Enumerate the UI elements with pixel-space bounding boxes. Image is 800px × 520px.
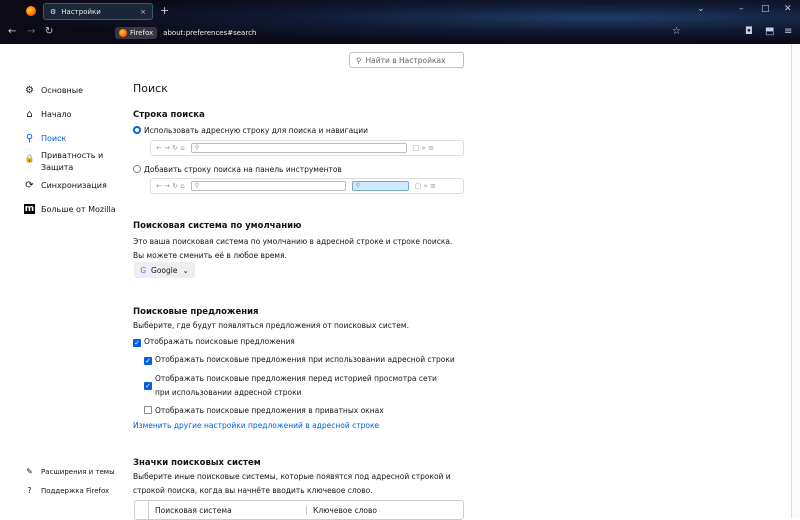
help-icon: ? xyxy=(27,486,32,495)
search-placeholder: Найти в Настройках xyxy=(365,55,446,65)
checkbox[interactable] xyxy=(144,406,152,414)
urlbar-settings-link[interactable]: Изменить другие настройки предложений в … xyxy=(133,419,379,433)
section-description: Выберите, где будут появляться предложен… xyxy=(133,321,409,330)
sidebar-item-search[interactable]: ⚲ Поиск xyxy=(24,133,67,144)
engine-value: Google xyxy=(151,265,178,275)
radio-button[interactable] xyxy=(133,126,141,134)
mozilla-icon: m xyxy=(24,204,35,214)
browser-chrome: ⚙ Настройки × + ⌄ – □ ✕ ← → ↻ Firefox ab… xyxy=(0,0,800,44)
search-icon: ⚲ xyxy=(25,133,34,144)
checkbox-urlbar-suggestions[interactable]: ✓ Отображать поисковые предложения при ис… xyxy=(144,353,455,367)
radio-label: Использовать адресную строку для поиска … xyxy=(144,126,369,135)
reload-button[interactable]: ↻ xyxy=(45,26,53,37)
bookmark-star-icon[interactable]: ☆ xyxy=(672,26,681,37)
checkbox-show-suggestions[interactable]: ✓ Отображать поисковые предложения xyxy=(133,335,295,349)
sidebar-label: Основные xyxy=(41,86,84,95)
section-description: Выберите иные поисковые системы, которые… xyxy=(133,472,451,495)
search-engines-table: Поисковая система Ключевое слово xyxy=(134,500,464,520)
sidebar-label: Поддержка Firefox xyxy=(41,486,110,495)
tab-title: Настройки xyxy=(61,7,101,16)
minimize-button[interactable]: – xyxy=(739,4,744,14)
checkbox-label: Отображать поисковые предложения xyxy=(144,337,295,346)
radio-button[interactable] xyxy=(133,165,141,173)
menu-icon[interactable]: ≡ xyxy=(784,26,792,37)
extensions-icon[interactable]: ⬒ xyxy=(765,26,774,37)
checkbox-before-history[interactable]: ✓ Отображать поисковые предложения перед … xyxy=(144,372,444,400)
section-heading: Поисковая система по умолчанию xyxy=(133,221,302,231)
firefox-icon xyxy=(119,29,127,37)
address-bar[interactable]: Firefox about:preferences#search xyxy=(115,25,655,41)
sidebar-label: Приватность и Защита xyxy=(41,151,104,172)
gear-icon: ⚙ xyxy=(50,7,57,16)
firefox-icon[interactable] xyxy=(26,6,36,16)
sidebar-label: Расширения и темы xyxy=(41,467,115,476)
close-tab-icon[interactable]: × xyxy=(140,8,146,16)
checkbox[interactable]: ✓ xyxy=(144,382,152,390)
google-icon: G xyxy=(140,265,147,275)
toolbar-preview-searchbar: ← → ↻ ⌂ ⚲ ⚲ ▢ » ≡ xyxy=(150,178,464,194)
radio-label: Добавить строку поиска на панель инструм… xyxy=(144,165,342,174)
sidebar-label: Поиск xyxy=(41,134,67,143)
identity-badge[interactable]: Firefox xyxy=(115,27,158,39)
home-icon: ⌂ xyxy=(26,109,33,120)
default-engine-dropdown[interactable]: G Google ⌄ xyxy=(134,262,195,278)
sidebar-item-general[interactable]: ⚙ Основные xyxy=(24,85,83,96)
sidebar-item-support[interactable]: ? Поддержка Firefox xyxy=(24,486,109,495)
pocket-icon[interactable]: ◘ xyxy=(745,26,753,37)
checkbox[interactable]: ✓ xyxy=(133,339,141,347)
sidebar-item-mozilla[interactable]: m Больше от Mozilla xyxy=(24,204,116,214)
checkbox-label: Отображать поисковые предложения при исп… xyxy=(155,355,455,364)
lock-icon: 🔒 xyxy=(24,154,35,163)
settings-search-input[interactable]: ⚲ Найти в Настройках xyxy=(349,52,464,68)
sync-icon: ⟳ xyxy=(25,180,34,191)
radio-use-urlbar[interactable]: Использовать адресную строку для поиска … xyxy=(133,124,368,138)
gear-icon: ⚙ xyxy=(25,85,34,96)
column-header-keyword[interactable]: Ключевое слово xyxy=(307,506,377,515)
sidebar-label: Больше от Mozilla xyxy=(41,204,116,214)
chevron-down-icon: ⌄ xyxy=(182,265,189,275)
checkbox-private-suggestions[interactable]: Отображать поисковые предложения в прива… xyxy=(144,404,384,418)
tab-list-button[interactable]: ⌄ xyxy=(697,4,705,14)
tab-settings[interactable]: ⚙ Настройки × xyxy=(43,3,153,20)
identity-label: Firefox xyxy=(130,29,154,37)
section-heading: Значки поисковых систем xyxy=(133,458,261,468)
maximize-button[interactable]: □ xyxy=(761,4,770,14)
search-icon: ⚲ xyxy=(190,181,346,191)
new-tab-button[interactable]: + xyxy=(160,4,169,17)
checkbox-label: Отображать поисковые предложения перед и… xyxy=(155,374,437,397)
url-text: about:preferences#search xyxy=(163,29,257,37)
sidebar-item-addons[interactable]: ✎ Расширения и темы xyxy=(24,467,115,476)
sidebar-item-sync[interactable]: ⟳ Синхронизация xyxy=(24,180,107,191)
close-window-button[interactable]: ✕ xyxy=(784,4,792,14)
back-button[interactable]: ← xyxy=(8,26,16,37)
section-description: Это ваша поисковая система по умолчанию … xyxy=(133,237,453,260)
sidebar-item-home[interactable]: ⌂ Начало xyxy=(24,109,72,120)
sidebar-label: Синхронизация xyxy=(41,181,107,190)
sidebar-label: Начало xyxy=(41,110,72,119)
toolbar-preview-urlbar: ← → ↻ ⌂ ⚲ ▢ » ≡ xyxy=(150,140,464,156)
search-icon: ⚲ xyxy=(356,55,362,65)
search-icon: ⚲ xyxy=(190,143,407,153)
forward-button[interactable]: → xyxy=(27,26,35,37)
page-title: Поиск xyxy=(133,82,168,95)
search-icon: ⚲ xyxy=(351,181,409,191)
puzzle-icon: ✎ xyxy=(26,467,33,476)
section-heading: Поисковые предложения xyxy=(133,307,259,317)
checkbox-label: Отображать поисковые предложения в прива… xyxy=(155,406,384,415)
checkbox[interactable]: ✓ xyxy=(144,357,152,365)
section-heading: Строка поиска xyxy=(133,110,205,120)
scrollbar[interactable] xyxy=(791,44,800,518)
radio-add-searchbar[interactable]: Добавить строку поиска на панель инструм… xyxy=(133,163,342,177)
column-header-engine[interactable]: Поисковая система xyxy=(149,505,307,515)
sidebar-item-privacy[interactable]: 🔒 Приватность и Защита xyxy=(24,150,111,174)
